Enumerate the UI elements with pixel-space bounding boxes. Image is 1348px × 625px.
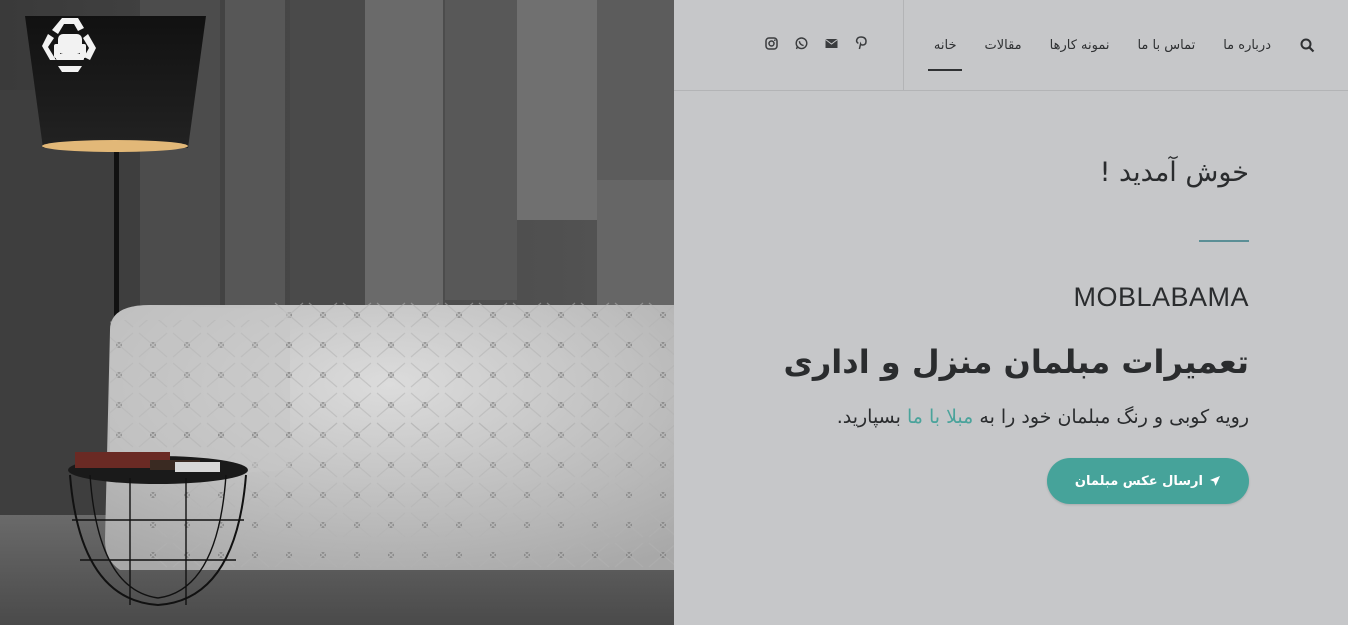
hero-panel: خانه مقالات نمونه کارها تماس با ما دربار… (674, 0, 1348, 625)
send-photo-button[interactable]: ارسال عکس مبلمان (1046, 458, 1249, 504)
brand-name: MOBLABAMA (1073, 282, 1249, 312)
main-nav: خانه مقالات نمونه کارها تماس با ما دربار… (927, 0, 1315, 91)
whatsapp-icon[interactable] (794, 36, 808, 50)
nav-divider (903, 0, 904, 91)
send-icon (1210, 476, 1220, 486)
nav-item-contact[interactable]: تماس با ما (1137, 0, 1195, 91)
hero-photo (0, 0, 674, 625)
tagline-text-before: رویه کوبی و رنگ مبلمان خود را به (973, 406, 1249, 428)
pinterest-icon[interactable] (854, 36, 868, 50)
nav-item-home[interactable]: خانه (927, 0, 962, 91)
hero-tagline: رویه کوبی و رنگ مبلمان خود را به مبلا با… (749, 402, 1249, 432)
hero-content: خوش آمدید ! MOBLABAMA تعمیرات مبلمان منز… (749, 150, 1249, 504)
tagline-text-after: بسپارید. (836, 406, 907, 428)
email-icon[interactable] (824, 36, 838, 50)
site-logo[interactable] (36, 14, 104, 76)
nav-item-about[interactable]: درباره ما (1223, 0, 1271, 91)
hero-headline: تعمیرات مبلمان منزل و اداری (783, 343, 1249, 381)
send-photo-label: ارسال عکس مبلمان (1074, 473, 1203, 489)
search-icon[interactable] (1299, 38, 1315, 54)
top-navbar: خانه مقالات نمونه کارها تماس با ما دربار… (674, 0, 1348, 91)
social-links (764, 36, 868, 50)
nav-item-portfolio[interactable]: نمونه کارها (1050, 0, 1110, 91)
heading-rule (1199, 240, 1249, 242)
tagline-brand-link[interactable]: مبلا با ما (907, 406, 973, 428)
welcome-heading: خوش آمدید ! (1099, 157, 1249, 188)
nav-item-articles[interactable]: مقالات (984, 0, 1021, 91)
recycle-sofa-logo (42, 18, 96, 72)
instagram-icon[interactable] (764, 36, 778, 50)
